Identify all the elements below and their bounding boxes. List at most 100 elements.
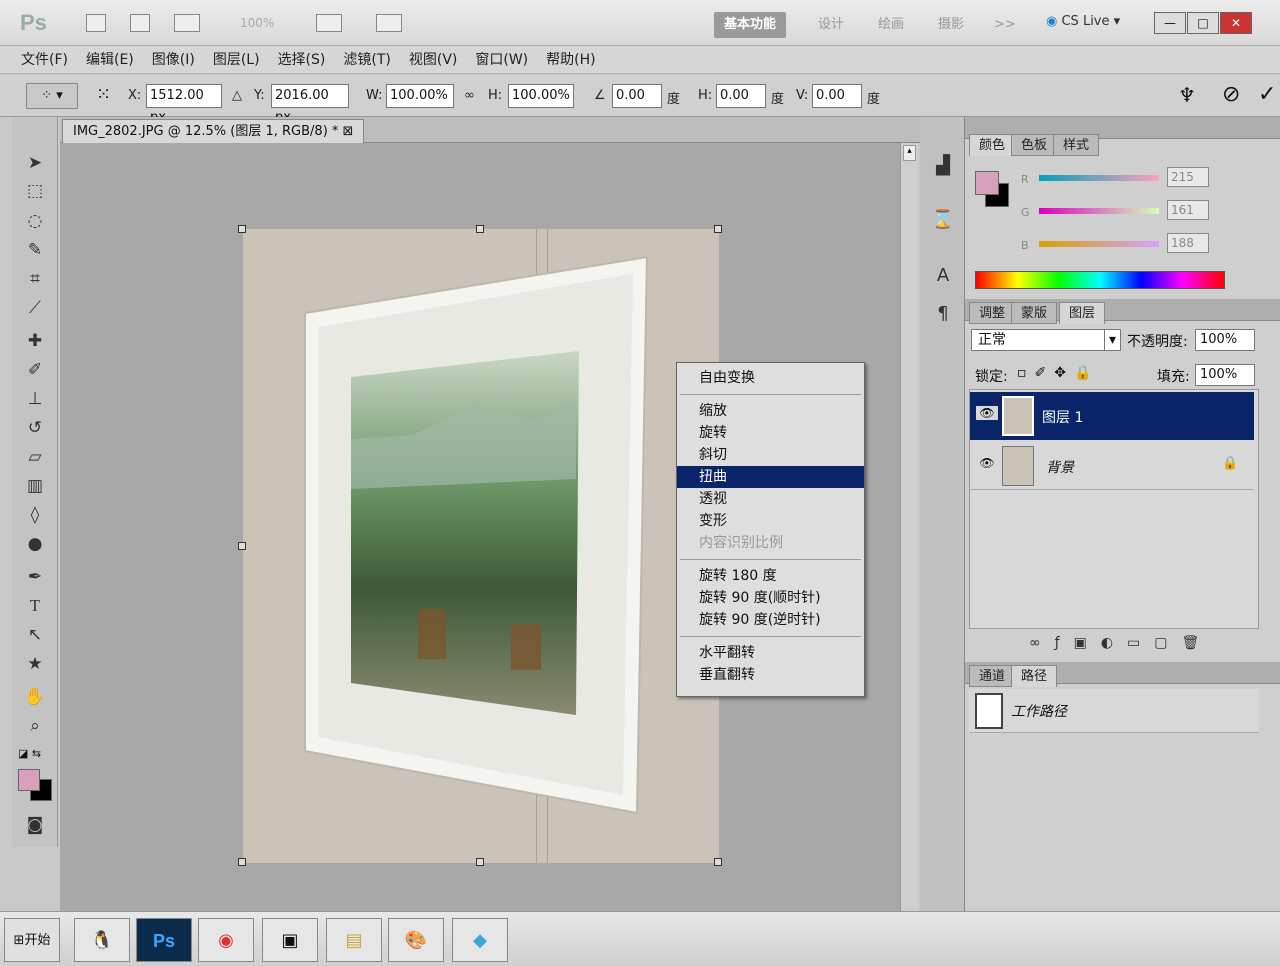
paint-icon[interactable]: 🎨 (388, 918, 444, 962)
menu-rotate-90-ccw[interactable]: 旋转 90 度(逆时针) (677, 609, 864, 631)
workspace-painting[interactable]: 绘画 (868, 12, 914, 38)
commit-transform-icon[interactable]: ✓ (1258, 82, 1276, 107)
relative-position-icon[interactable]: △ (232, 88, 242, 103)
chrome-icon[interactable]: ◉ (198, 918, 254, 962)
hskew-field[interactable]: 0.00 (716, 84, 766, 108)
dodge-tool-icon[interactable]: ● (22, 532, 48, 556)
scroll-up-icon[interactable]: ▴ (903, 145, 916, 161)
pen-tool-icon[interactable]: ✒ (22, 565, 48, 589)
workspace-more[interactable]: >> (984, 12, 1026, 38)
character-icon[interactable]: A (930, 263, 956, 289)
crop-tool-icon[interactable]: ⌗ (22, 267, 48, 291)
transform-handle-br[interactable] (714, 858, 722, 866)
history-icon[interactable]: ⌛ (930, 207, 956, 233)
menu-edit[interactable]: 编辑(E) (77, 46, 143, 74)
color-ramp[interactable] (975, 271, 1225, 289)
stamp-tool-icon[interactable]: ⊥ (22, 387, 48, 411)
tab-paths[interactable]: 路径 (1011, 665, 1058, 687)
shape-tool-icon[interactable]: ★ (22, 652, 48, 676)
layer-name[interactable]: 图层 1 (1042, 407, 1083, 427)
menu-select[interactable]: 选择(S) (269, 46, 335, 74)
tab-layers[interactable]: 图层 (1059, 302, 1106, 324)
angle-field[interactable]: 0.00 (612, 84, 662, 108)
qq-icon[interactable]: 🐧 (74, 918, 130, 962)
tab-adjustments[interactable]: 调整 (969, 302, 1016, 324)
document-tab[interactable]: IMG_2802.JPG @ 12.5% (图层 1, RGB/8) * ⊠ (62, 119, 365, 143)
move-tool-icon[interactable]: ➤ (22, 151, 48, 175)
layer-row[interactable]: 👁 图层 1 (970, 392, 1254, 440)
tab-color[interactable]: 颜色 (969, 134, 1016, 156)
warp-mode-icon[interactable]: ♆ (1178, 83, 1196, 107)
menu-file[interactable]: 文件(F) (12, 46, 77, 74)
menu-rotate[interactable]: 旋转 (677, 422, 864, 444)
blur-tool-icon[interactable]: ◊ (22, 503, 48, 527)
workspace-essentials[interactable]: 基本功能 (714, 12, 787, 38)
screen-mode-icon[interactable] (376, 14, 402, 32)
path-select-tool-icon[interactable]: ↖ (22, 623, 48, 647)
r-slider[interactable] (1039, 175, 1159, 181)
transform-handle-bl[interactable] (238, 858, 246, 866)
hand-tool-icon[interactable]: ✋ (22, 685, 48, 709)
photoshop-icon[interactable]: Ps (136, 918, 192, 962)
view-extras-icon[interactable] (174, 14, 200, 32)
menu-perspective[interactable]: 透视 (677, 488, 864, 510)
path-row[interactable]: 工作路径 (969, 689, 1259, 733)
height-field[interactable]: 100.00% (508, 84, 574, 108)
menu-filter[interactable]: 滤镜(T) (334, 46, 399, 74)
transform-handle-t[interactable] (476, 225, 484, 233)
b-field[interactable]: 188 (1167, 233, 1209, 253)
link-icon[interactable]: ∞ (464, 88, 475, 103)
menu-free-transform[interactable]: 自由变换 (677, 367, 864, 389)
x-field[interactable]: 1512.00 px (146, 84, 222, 125)
b-slider[interactable] (1039, 241, 1159, 247)
healing-tool-icon[interactable]: ✚ (22, 329, 48, 353)
menu-scale[interactable]: 缩放 (677, 400, 864, 422)
lock-icons[interactable]: ▫✐✥🔒 (1017, 365, 1099, 381)
vskew-field[interactable]: 0.00 (812, 84, 862, 108)
cs-live-button[interactable]: ◉ CS Live ▾ (1046, 14, 1120, 29)
workspace-design[interactable]: 设计 (808, 12, 854, 38)
reference-point-icon[interactable]: ⁙ (96, 84, 111, 105)
layers-footer-buttons[interactable]: ∞ƒ▣◐▭▢🗑 (969, 635, 1259, 657)
opacity-field[interactable]: 100% (1195, 329, 1255, 351)
tab-swatches[interactable]: 色板 (1011, 134, 1058, 156)
mini-bridge-icon[interactable] (130, 14, 150, 32)
folder-icon[interactable]: ▤ (326, 918, 382, 962)
menu-flip-vertical[interactable]: 垂直翻转 (677, 664, 864, 686)
foreground-color-swatch[interactable] (18, 769, 40, 791)
tool-preset-picker[interactable]: ⁘ ▾ (26, 83, 78, 109)
tab-masks[interactable]: 蒙版 (1011, 302, 1058, 324)
layer-name[interactable]: 背景 (1046, 457, 1074, 477)
quick-mask-icon[interactable]: ◙ (22, 813, 48, 837)
menu-skew[interactable]: 斜切 (677, 444, 864, 466)
eyedropper-tool-icon[interactable]: ⟋ (22, 296, 48, 320)
fill-field[interactable]: 100% (1195, 364, 1255, 386)
marquee-tool-icon[interactable]: ⬚ (22, 179, 48, 203)
menu-rotate-180[interactable]: 旋转 180 度 (677, 565, 864, 587)
tab-channels[interactable]: 通道 (969, 665, 1016, 687)
viewer-icon[interactable]: ▣ (262, 918, 318, 962)
histogram-icon[interactable]: ▟ (930, 153, 956, 179)
quick-select-tool-icon[interactable]: ✎ (22, 238, 48, 262)
transform-handle-tr[interactable] (714, 225, 722, 233)
menu-help[interactable]: 帮助(H) (537, 46, 604, 74)
cancel-transform-icon[interactable]: ⊘ (1222, 82, 1240, 107)
menu-window[interactable]: 窗口(W) (466, 46, 537, 74)
menu-image[interactable]: 图像(I) (143, 46, 204, 74)
maximize-button[interactable]: □ (1187, 12, 1219, 34)
blend-mode-select[interactable]: 正常 ▾ (971, 329, 1121, 351)
menu-flip-horizontal[interactable]: 水平翻转 (677, 642, 864, 664)
paragraph-icon[interactable]: ¶ (930, 301, 956, 327)
r-field[interactable]: 215 (1167, 167, 1209, 187)
visibility-eye-icon[interactable]: 👁 (976, 406, 998, 420)
default-colors-icon[interactable]: ◪ ⇆ (18, 747, 41, 760)
arrange-documents-icon[interactable] (316, 14, 342, 32)
menu-distort[interactable]: 扭曲 (677, 466, 864, 488)
color-fg-swatch[interactable] (975, 171, 999, 195)
menu-rotate-90-cw[interactable]: 旋转 90 度(顺时针) (677, 587, 864, 609)
path-name[interactable]: 工作路径 (1011, 701, 1067, 721)
close-tab-icon[interactable]: ⊠ (343, 124, 354, 139)
start-button[interactable]: ⊞开始 (4, 918, 60, 962)
transform-handle-tl[interactable] (238, 225, 246, 233)
close-button[interactable]: ✕ (1220, 12, 1252, 34)
